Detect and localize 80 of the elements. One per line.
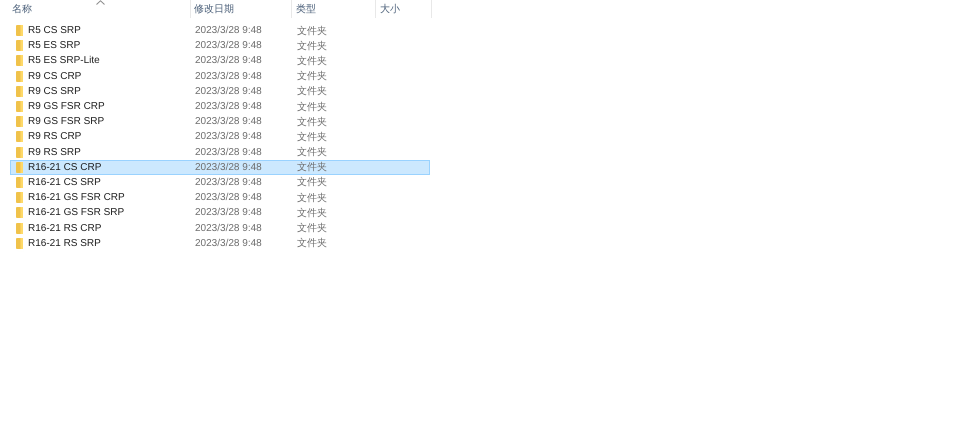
modified-date: 2023/3/28 9:48 xyxy=(195,238,262,249)
file-row[interactable]: R5 ES SRP-Lite 2023/3/28 9:48 文件夹 xyxy=(10,53,430,69)
file-row[interactable]: R9 GS FSR CRP 2023/3/28 9:48 文件夹 xyxy=(10,98,430,114)
file-type: 文件夹 xyxy=(297,40,327,53)
file-name: R9 GS FSR CRP xyxy=(28,101,105,112)
modified-date: 2023/3/28 9:48 xyxy=(195,222,262,234)
file-type: 文件夹 xyxy=(297,192,327,205)
file-type: 文件夹 xyxy=(297,100,327,114)
file-name: R16-21 RS CRP xyxy=(28,222,102,234)
modified-date: 2023/3/28 9:48 xyxy=(195,146,262,158)
sort-caret-icon xyxy=(96,0,105,5)
file-type: 文件夹 xyxy=(297,146,327,160)
folder-icon xyxy=(16,176,23,188)
folder-icon xyxy=(16,86,23,97)
file-name: R5 CS SRP xyxy=(28,25,81,36)
file-type: 文件夹 xyxy=(297,236,327,250)
folder-icon xyxy=(16,70,23,82)
file-type: 文件夹 xyxy=(297,206,327,220)
file-name: R9 RS SRP xyxy=(28,146,81,158)
file-type: 文件夹 xyxy=(297,116,327,129)
file-row[interactable]: R9 RS CRP 2023/3/28 9:48 文件夹 xyxy=(10,129,430,144)
folder-icon xyxy=(16,55,23,66)
modified-date: 2023/3/28 9:48 xyxy=(195,70,262,82)
file-row[interactable]: R9 CS SRP 2023/3/28 9:48 文件夹 xyxy=(10,84,430,99)
folder-icon xyxy=(16,25,23,36)
column-header[interactable]: 类型 xyxy=(292,0,376,18)
file-row[interactable]: R16-21 RS CRP 2023/3/28 9:48 文件夹 xyxy=(10,220,430,236)
modified-date: 2023/3/28 9:48 xyxy=(195,40,262,52)
file-type: 文件夹 xyxy=(297,222,327,236)
file-name: R5 ES SRP-Lite xyxy=(28,55,100,66)
file-row[interactable]: R9 RS SRP 2023/3/28 9:48 文件夹 xyxy=(10,144,430,160)
file-name: R16-21 CS SRP xyxy=(28,176,101,188)
file-type: 文件夹 xyxy=(297,176,327,190)
modified-date: 2023/3/28 9:48 xyxy=(195,207,262,218)
file-name: R9 CS CRP xyxy=(28,70,82,82)
modified-date: 2023/3/28 9:48 xyxy=(195,55,262,66)
file-row[interactable]: R16-21 CS SRP 2023/3/28 9:48 文件夹 xyxy=(10,174,430,190)
column-header[interactable]: 修改日期 xyxy=(191,0,292,18)
file-row[interactable]: R16-21 RS SRP 2023/3/28 9:48 文件夹 xyxy=(10,236,430,251)
file-name: R5 ES SRP xyxy=(28,40,80,52)
folder-icon xyxy=(16,192,23,204)
file-row[interactable]: R16-21 GS FSR CRP 2023/3/28 9:48 文件夹 xyxy=(10,190,430,206)
modified-date: 2023/3/28 9:48 xyxy=(195,176,262,188)
modified-date: 2023/3/28 9:48 xyxy=(195,86,262,97)
folder-icon xyxy=(16,238,23,249)
file-name: R9 RS CRP xyxy=(28,131,82,142)
modified-date: 2023/3/28 9:48 xyxy=(195,116,262,128)
modified-date: 2023/3/28 9:48 xyxy=(195,192,262,204)
file-type: 文件夹 xyxy=(297,70,327,84)
file-name: R16-21 RS SRP xyxy=(28,238,101,249)
folder-icon xyxy=(16,131,23,142)
folder-icon xyxy=(16,40,23,52)
file-row[interactable]: R5 ES SRP 2023/3/28 9:48 文件夹 xyxy=(10,38,430,54)
file-type: 文件夹 xyxy=(297,84,327,98)
file-name: R9 CS SRP xyxy=(28,86,81,97)
file-row[interactable]: R9 CS CRP 2023/3/28 9:48 文件夹 xyxy=(10,68,430,84)
column-header[interactable]: 大小 xyxy=(376,0,432,18)
file-row[interactable]: R9 GS FSR SRP 2023/3/28 9:48 文件夹 xyxy=(10,114,430,130)
folder-icon xyxy=(16,222,23,234)
folder-icon xyxy=(16,207,23,218)
file-row[interactable]: R16-21 CS CRP 2023/3/28 9:48 文件夹 xyxy=(10,160,430,175)
modified-date: 2023/3/28 9:48 xyxy=(195,131,262,142)
file-row[interactable]: R16-21 GS FSR SRP 2023/3/28 9:48 文件夹 xyxy=(10,205,430,220)
file-name: R9 GS FSR SRP xyxy=(28,116,104,128)
column-header[interactable]: 名称 xyxy=(10,0,191,18)
modified-date: 2023/3/28 9:48 xyxy=(195,25,262,36)
folder-icon xyxy=(16,162,23,173)
file-name: R16-21 GS FSR CRP xyxy=(28,192,125,204)
file-type: 文件夹 xyxy=(297,130,327,144)
file-type: 文件夹 xyxy=(297,160,327,174)
file-type: 文件夹 xyxy=(297,54,327,68)
folder-icon xyxy=(16,146,23,158)
modified-date: 2023/3/28 9:48 xyxy=(195,101,262,112)
file-type: 文件夹 xyxy=(297,24,327,38)
folder-icon xyxy=(16,116,23,128)
folder-icon xyxy=(16,101,23,112)
file-name: R16-21 GS FSR SRP xyxy=(28,207,124,218)
file-name: R16-21 CS CRP xyxy=(28,162,102,173)
modified-date: 2023/3/28 9:48 xyxy=(195,162,262,173)
file-row[interactable]: R5 CS SRP 2023/3/28 9:48 文件夹 xyxy=(10,23,430,38)
